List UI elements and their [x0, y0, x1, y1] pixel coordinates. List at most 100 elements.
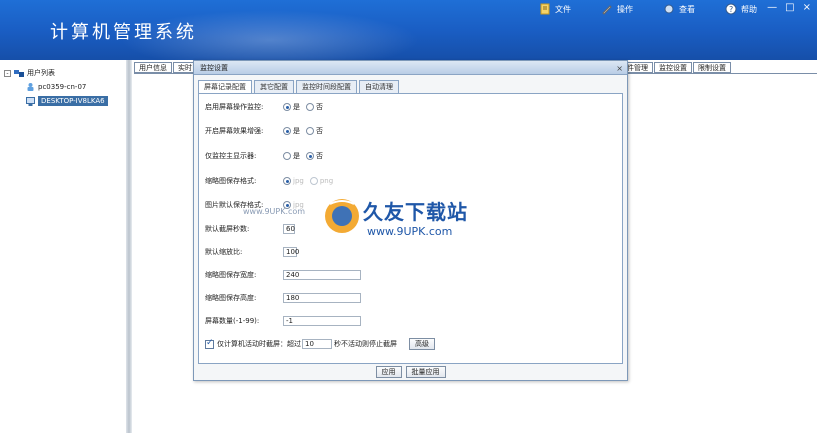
radio-dot: [283, 177, 291, 185]
menu-help[interactable]: ? 帮助: [725, 3, 757, 15]
view-icon: [664, 4, 674, 14]
radio-label: 是: [293, 152, 300, 160]
app-title: 计算机管理系统: [50, 22, 197, 43]
tree-item-desktop[interactable]: DESKTOP-IV8LKA6: [26, 96, 108, 106]
radio-monitor-yes[interactable]: 是: [283, 151, 300, 161]
tools-icon: [602, 5, 612, 15]
apply-button[interactable]: 应用: [375, 366, 402, 378]
menu-file[interactable]: 文件: [539, 3, 571, 15]
scale-input[interactable]: 100: [283, 247, 299, 257]
top-menu: 文件 操作 查看 ? 帮助: [539, 3, 757, 15]
label-screen-count: 屏幕数量(-1-99):: [205, 317, 260, 325]
idle-checkbox[interactable]: [205, 338, 214, 349]
batch-apply-button[interactable]: 批量应用: [405, 366, 446, 378]
watermark-brand: 久友下载站: [363, 200, 468, 224]
row-interval: 默认截屏秒数: 60: [205, 224, 295, 234]
tab-monitor-settings[interactable]: 监控设置: [654, 62, 692, 73]
dialog-title: 监控设置: [200, 64, 228, 72]
file-icon: [540, 3, 550, 15]
tab-time-range[interactable]: 监控时间段配置: [296, 80, 357, 93]
screen-count-input[interactable]: -1: [283, 316, 361, 326]
row-main-monitor: 仅监控主显示器: 是 否: [205, 151, 329, 161]
label-main-monitor: 仅监控主显示器:: [205, 152, 257, 160]
advanced-button[interactable]: 高级: [409, 338, 435, 350]
radio-thumb-jpg[interactable]: jpg: [283, 177, 304, 185]
tab-other[interactable]: 其它配置: [254, 80, 294, 93]
collapse-icon[interactable]: -: [4, 69, 11, 77]
menu-operate[interactable]: 操作: [601, 3, 633, 15]
tree-item-label: pc0359-cn-07: [38, 82, 87, 91]
app-header: 计算机管理系统 文件 操作 查看 ? 帮助 — □ ×: [0, 0, 817, 60]
minimize-button[interactable]: —: [767, 2, 777, 13]
dialog-close-icon[interactable]: ×: [616, 62, 623, 76]
tree-item-pc0359[interactable]: pc0359-cn-07: [26, 82, 86, 91]
radio-label: 是: [293, 103, 300, 111]
tab-limit-settings[interactable]: 限制设置: [693, 62, 731, 73]
dialog-tabs: 屏幕记录配置 其它配置 监控时间段配置 自动清理: [198, 80, 401, 94]
row-enable-screen: 启用屏幕操作监控: 是 否: [205, 102, 329, 112]
tab-user-info[interactable]: 用户信息: [134, 62, 172, 73]
radio-label: 否: [316, 127, 323, 135]
menu-view[interactable]: 查看: [663, 3, 695, 15]
window-controls: — □ ×: [767, 2, 811, 13]
close-button[interactable]: ×: [803, 2, 811, 13]
row-idle: 仅计算机活动时截屏：超过 10 秒不活动则停止截屏 高级: [205, 338, 435, 350]
dialog-titlebar[interactable]: 监控设置 ×: [194, 61, 627, 75]
thumb-width-input[interactable]: 240: [283, 270, 361, 280]
radio-label: 是: [293, 127, 300, 135]
radio-dot: [283, 152, 291, 160]
label-enable-screen: 启用屏幕操作监控:: [205, 103, 264, 111]
menu-help-label: 帮助: [741, 4, 757, 14]
idle-text-before: 仅计算机活动时截屏：超过: [217, 340, 301, 348]
users-icon: [14, 69, 24, 77]
user-tree: - 用户列表 pc0359-cn-07 DESKTOP-IV8LKA6: [0, 60, 126, 433]
radio-dot: [283, 127, 291, 135]
svg-text:?: ?: [729, 5, 733, 14]
radio-label: 否: [316, 103, 323, 111]
radio-dot: [283, 103, 291, 111]
user-icon: [27, 83, 34, 91]
radio-dot: [309, 177, 318, 185]
row-thumb-width: 缩略图保存宽度: 240: [205, 270, 361, 280]
computer-icon: [26, 96, 35, 106]
menu-file-label: 文件: [555, 4, 571, 14]
radio-label: jpg: [293, 177, 304, 185]
radio-enable-yes[interactable]: 是: [283, 102, 300, 112]
tab-screen-record[interactable]: 屏幕记录配置: [198, 80, 252, 94]
label-interval: 默认截屏秒数:: [205, 225, 250, 233]
radio-dot: [306, 103, 314, 111]
tab-auto-clean[interactable]: 自动清理: [359, 80, 399, 93]
watermark-url-faint: www.9UPK.com: [243, 207, 306, 216]
row-thumb-height: 缩略图保存高度: 180: [205, 293, 361, 303]
maximize-button[interactable]: □: [785, 2, 794, 13]
label-thumb-format: 缩略图保存格式:: [205, 177, 257, 185]
idle-seconds-input[interactable]: 10: [302, 339, 332, 349]
idle-text-after: 秒不活动则停止截屏: [334, 340, 397, 348]
label-scale: 默认缩放比:: [205, 248, 243, 256]
interval-input[interactable]: 60: [283, 224, 295, 234]
radio-label: png: [319, 177, 334, 185]
row-screen-count: 屏幕数量(-1-99): -1: [205, 316, 361, 326]
tree-item-label-selected: DESKTOP-IV8LKA6: [38, 96, 108, 106]
menu-operate-label: 操作: [617, 4, 633, 14]
tree-root[interactable]: - 用户列表: [4, 68, 55, 78]
tree-root-label: 用户列表: [27, 69, 55, 77]
thumb-height-input[interactable]: 180: [283, 293, 361, 303]
help-icon: ?: [725, 3, 737, 15]
label-enable-special: 开启屏幕效果增强:: [205, 127, 264, 135]
panel-splitter[interactable]: [126, 60, 132, 433]
radio-thumb-png[interactable]: png: [309, 177, 334, 185]
radio-label: 否: [316, 152, 323, 160]
row-scale: 默认缩放比: 100: [205, 247, 299, 257]
radio-dot: [306, 152, 314, 160]
menu-view-label: 查看: [679, 4, 695, 14]
dialog-footer: 应用 批量应用: [194, 364, 627, 380]
radio-special-no[interactable]: 否: [306, 126, 323, 136]
label-thumb-height: 缩略图保存高度:: [205, 294, 257, 302]
radio-monitor-no[interactable]: 否: [306, 151, 323, 161]
radio-dot: [306, 127, 314, 135]
watermark-url: www.9UPK.com: [367, 225, 453, 238]
row-enable-special: 开启屏幕效果增强: 是 否: [205, 126, 329, 136]
radio-enable-no[interactable]: 否: [306, 102, 323, 112]
radio-special-yes[interactable]: 是: [283, 126, 300, 136]
